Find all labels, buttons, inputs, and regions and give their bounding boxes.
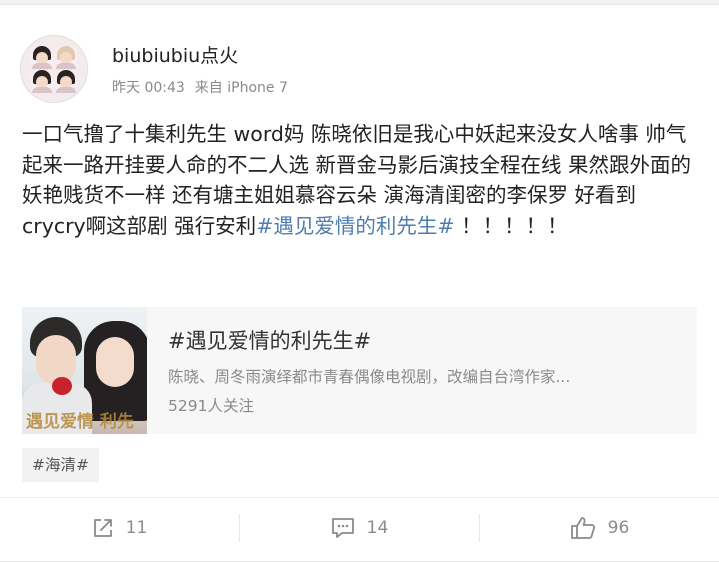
post-source: 来自 iPhone 7 — [194, 80, 288, 96]
topic-link[interactable]: #遇见爱情的利先生# — [256, 214, 454, 238]
post-text-tail: ！！！！！ — [461, 213, 569, 238]
hashtag-chip[interactable]: #海清# — [22, 448, 99, 482]
repost-icon — [93, 519, 112, 537]
topic-card-follow-count: 5291人关注 — [168, 397, 254, 415]
topic-card-title: #遇见爱情的利先生# — [168, 329, 372, 353]
action-bar: 11 14 96 — [0, 498, 719, 558]
topic-card-description: 陈晓、周冬雨演绎都市青春偶像电视剧，改编自台湾作家... — [168, 368, 571, 386]
thumbs-up-icon — [570, 517, 595, 539]
author-name[interactable]: biubiubiu点火 — [112, 41, 238, 68]
like-count: 96 — [607, 518, 630, 538]
post-body: 一口气撸了十集利先生 word妈 陈晓依旧是我心中妖起来没女人啥事 帅气起来一路… — [22, 119, 698, 241]
like-button[interactable]: 96 — [480, 498, 719, 558]
comment-button[interactable]: 14 — [240, 498, 479, 558]
repost-count: 11 — [125, 518, 148, 538]
repost-button[interactable]: 11 — [0, 498, 239, 558]
rose-icon — [52, 377, 72, 395]
avatar[interactable] — [20, 35, 88, 103]
weibo-post-card: biubiubiu点火 昨天 00:43 来自 iPhone 7 一口气撸了十集利… — [0, 4, 719, 562]
topic-poster-image: 遇见爱情 利先 — [22, 307, 147, 434]
poster-title: 遇见爱情 利先 — [26, 412, 134, 429]
post-time: 昨天 00:43 — [112, 80, 185, 96]
topic-card[interactable]: 遇见爱情 利先 #遇见爱情的利先生# 陈晓、周冬雨演绎都市青春偶像电视剧，改编自… — [22, 307, 697, 434]
comment-icon — [331, 518, 354, 538]
post-meta: 昨天 00:43 来自 iPhone 7 — [112, 77, 288, 97]
comment-count: 14 — [366, 518, 389, 538]
post-header: biubiubiu点火 昨天 00:43 来自 iPhone 7 — [20, 35, 700, 105]
